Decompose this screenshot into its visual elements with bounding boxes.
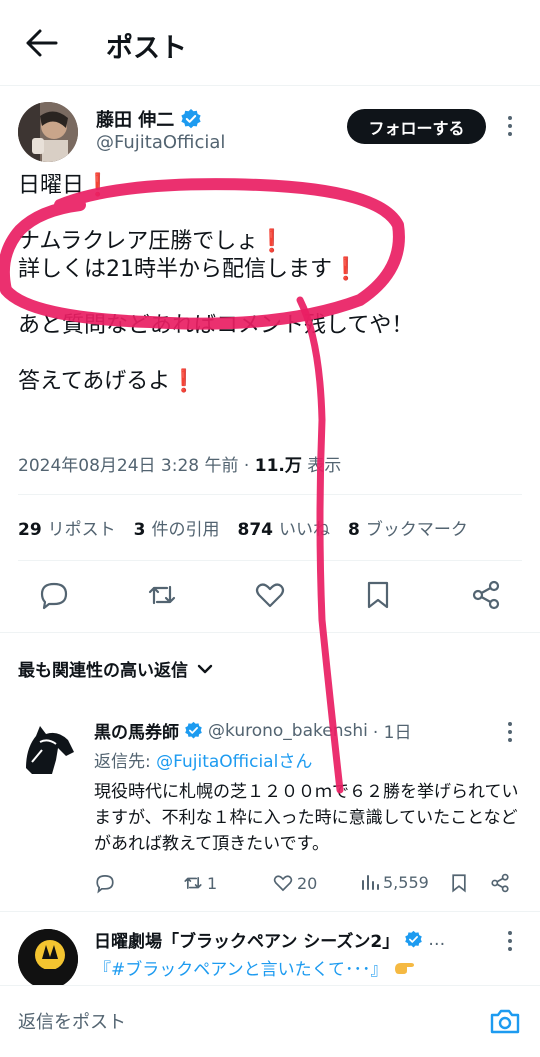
reply-author-name[interactable]: 黒の馬券師: [94, 718, 179, 743]
author-name[interactable]: 藤田 伸二: [96, 106, 174, 132]
share-icon[interactable]: [469, 578, 503, 612]
follow-button[interactable]: フォローする: [347, 109, 486, 144]
verified-badge-icon: [405, 930, 423, 948]
reply-sort-dropdown[interactable]: 最も関連性の高い返信: [18, 656, 214, 681]
tweet-body: 日曜日❗ ナムラクレア圧勝でしょ❗ 詳しくは21時半から配信します❗ あと質問な…: [18, 172, 413, 424]
reply-compose-bar: 返信をポスト: [0, 985, 540, 1057]
like-heart-icon[interactable]: [253, 578, 287, 612]
verified-badge-icon: [181, 109, 201, 129]
reply-to-line: 返信先: @FujitaOfficialさん: [94, 752, 313, 772]
divider: [18, 560, 522, 561]
tweet-line: 答えてあげるよ❗: [18, 369, 198, 394]
exclamation-emoji: ❗: [258, 229, 286, 254]
engagement-stats: 29 リポスト 3 件の引用 874 いいね 8 ブックマーク: [18, 515, 468, 540]
more-options-icon[interactable]: [504, 114, 516, 141]
likes-stat[interactable]: 874 いいね: [238, 515, 331, 540]
reply-author-name[interactable]: 日曜劇場「ブラックペアン シーズン2」: [94, 927, 399, 952]
more-options-icon[interactable]: [504, 929, 516, 956]
reply-bookmark-button[interactable]: [448, 872, 470, 894]
tweet-line: あと質問などあればコメント残してや！: [18, 313, 414, 338]
divider: [0, 911, 540, 912]
exclamation-emoji: ❗: [170, 369, 198, 394]
exclamation-emoji: ❗: [84, 173, 112, 198]
reply-to-link[interactable]: @FujitaOfficialさん: [156, 752, 312, 772]
page-title: ポスト: [106, 33, 187, 64]
reply-avatar[interactable]: [18, 929, 78, 989]
tweet-actions: [0, 578, 540, 618]
reply-reply-button[interactable]: [94, 872, 116, 894]
exclamation-emoji: ❗: [332, 257, 360, 282]
reposts-stat[interactable]: 29 リポスト: [18, 515, 116, 540]
top-bar: ポスト: [0, 0, 540, 86]
reply-input[interactable]: 返信をポスト: [18, 1008, 126, 1034]
analytics-icon: [362, 875, 379, 890]
reply-item[interactable]: 日曜劇場「ブラックペアン シーズン2」 … 『#ブラックペアンと言いたくて･･･…: [0, 913, 540, 993]
reply-header: 黒の馬券師 @kurono_bakenshi · 1日: [94, 718, 412, 744]
tweet-line: 日曜日❗: [18, 173, 112, 198]
author-avatar[interactable]: [18, 102, 78, 162]
reply-header: 日曜劇場「ブラックペアン シーズン2」 …: [94, 927, 445, 953]
repost-icon[interactable]: [145, 578, 179, 612]
camera-icon[interactable]: [488, 1004, 522, 1038]
more-options-icon[interactable]: [504, 720, 516, 747]
tweet-line: ナムラクレア圧勝でしょ❗: [18, 229, 286, 254]
back-arrow-icon[interactable]: [22, 26, 62, 60]
divider: [18, 494, 522, 495]
repost-icon: [184, 876, 202, 890]
author-name-row: 藤田 伸二: [96, 106, 202, 132]
reply-author-handle[interactable]: @kurono_bakenshi: [208, 721, 368, 741]
reply-icon: [96, 875, 114, 894]
reply-text: 現役時代に札幌の芝１２００ｍで６２勝を挙げられていますが、不利な１枠に入った時に…: [94, 782, 519, 854]
reply-actions: 1 20 5,559: [94, 872, 524, 898]
bookmark-icon[interactable]: [361, 578, 395, 612]
divider: [0, 632, 540, 633]
chevron-down-icon: [197, 664, 213, 673]
reply-share-button[interactable]: [489, 872, 511, 894]
bookmarks-stat[interactable]: 8 ブックマーク: [348, 515, 468, 540]
tweet-date[interactable]: 2024年08月24日 3:28 午前: [18, 456, 239, 476]
reply-text: 『#ブラックペアンと言いたくて･･･』: [94, 955, 415, 980]
quotes-stat[interactable]: 3 件の引用: [134, 515, 220, 540]
reply-like-button[interactable]: 20: [272, 872, 317, 894]
share-icon: [491, 873, 509, 893]
like-heart-icon: [273, 875, 293, 892]
tweet-line: 詳しくは21時半から配信します❗: [18, 257, 360, 282]
reply-repost-button[interactable]: 1: [182, 872, 217, 894]
view-count: 11.万: [254, 456, 302, 476]
reply-views[interactable]: 5,559: [360, 872, 429, 892]
reply-avatar[interactable]: [18, 718, 78, 778]
verified-badge-icon: [185, 721, 202, 739]
tweet-timestamp-views: 2024年08月24日 3:28 午前 · 11.万 表示: [18, 456, 342, 476]
bookmark-icon: [452, 874, 466, 893]
reply-time: · 1日: [372, 723, 412, 743]
author-handle[interactable]: @FujitaOfficial: [96, 132, 225, 153]
reply-icon[interactable]: [37, 578, 71, 612]
pointing-hand-icon: [394, 963, 414, 974]
